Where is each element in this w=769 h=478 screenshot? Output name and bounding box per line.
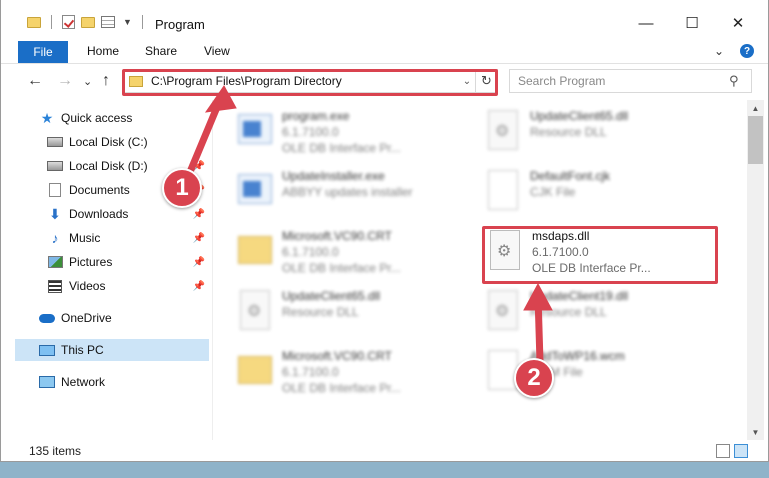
annotation-arrows	[186, 85, 553, 363]
arrow-2-head	[523, 282, 553, 311]
step-1-badge: 1	[162, 168, 202, 208]
arrow-1-head	[204, 85, 237, 113]
step-2-badge: 2	[514, 358, 554, 398]
